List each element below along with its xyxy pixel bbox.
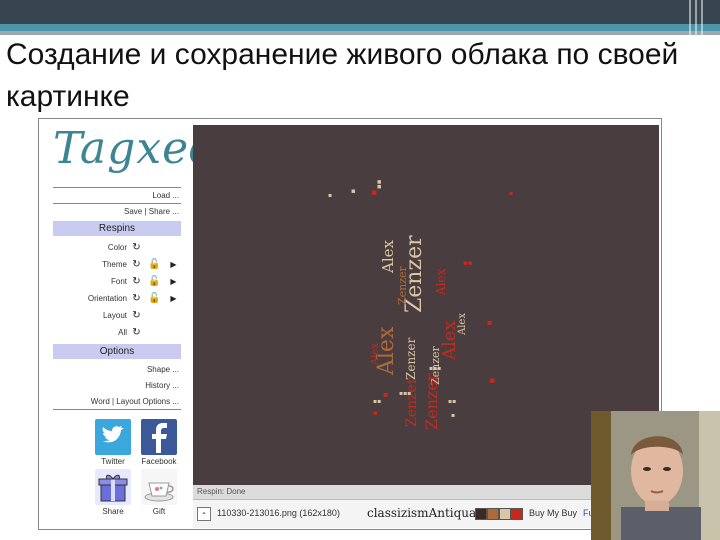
lock-icon[interactable]: 🔓 [148, 293, 160, 304]
cloud-fragment: ▪▪▪ [399, 390, 411, 397]
cloud-fragment: ▪ [328, 192, 332, 199]
cloud-fragment: ▪▪ [373, 398, 381, 405]
share-button[interactable] [95, 469, 131, 505]
twitter-button[interactable] [95, 419, 131, 455]
facebook-label: Facebook [141, 457, 177, 466]
word-cloud-canvas[interactable]: ▪ ▪ ▪▪ ▪ ▪ Alex Zenzer Alex Zenzer Alex … [193, 125, 659, 485]
slide-title: Создание и сохранение живого облака по с… [6, 38, 679, 113]
word-layout-options-link[interactable]: Word | Layout Options ... [91, 397, 179, 406]
save-share-link[interactable]: Save | Share ... [124, 207, 179, 216]
status-text: Respin: Done [197, 487, 246, 496]
side-panel: Tagxedo Load ... Save | Share ... Respin… [41, 121, 245, 527]
webcam-video [591, 411, 720, 540]
lock-icon[interactable]: 🔓 [148, 276, 160, 287]
respin-icon[interactable]: ↻ [131, 293, 142, 304]
cloud-word: Zenzer [422, 373, 441, 430]
toggle-checkbox[interactable]: - [197, 507, 211, 521]
cloud-fragment: ▪▪▪ [429, 365, 441, 372]
divider [53, 203, 181, 204]
respin-label: Theme [102, 260, 127, 269]
cloud-word: Zenzer [404, 377, 420, 427]
cloud-fragment: ▪ [451, 412, 455, 419]
facebook-button[interactable] [141, 419, 177, 455]
color-swatch[interactable] [475, 508, 487, 520]
cloud-word: Alex [379, 239, 397, 274]
respin-theme[interactable]: Theme ↻ 🔓 ▶ [41, 258, 187, 272]
respin-all[interactable]: All ↻ [41, 326, 187, 340]
respin-label: All [118, 328, 127, 337]
respin-icon[interactable]: ↻ [131, 327, 142, 338]
cloud-fragment: ▪▪ [448, 398, 456, 405]
gift-label: Gift [152, 507, 166, 516]
options-header: Options [53, 344, 181, 359]
play-icon[interactable]: ▶ [168, 259, 179, 270]
cloud-word: Zenzer [396, 265, 409, 305]
respin-icon[interactable]: ↻ [131, 259, 142, 270]
divider [53, 187, 181, 188]
color-swatch[interactable] [487, 508, 499, 520]
facebook-icon [152, 423, 167, 453]
color-swatch[interactable] [511, 508, 523, 520]
history-link[interactable]: History ... [145, 381, 179, 390]
cloud-fragment: ▪ [489, 376, 495, 386]
cloud-word: Alex [370, 343, 381, 366]
respin-icon[interactable]: ↻ [131, 310, 142, 321]
color-swatch[interactable] [499, 508, 511, 520]
slide-top-bar [0, 0, 720, 24]
status-bar: Respin: Done [193, 485, 659, 499]
respin-label: Layout [102, 311, 127, 320]
bottom-toolbar: - 110330-213016.png (162x180) classizism… [193, 499, 659, 528]
respin-label: Orientation [87, 294, 127, 303]
gift-button[interactable] [141, 469, 177, 505]
shape-link[interactable]: Shape ... [147, 365, 179, 374]
respin-color[interactable]: Color ↻ [41, 241, 187, 255]
cloud-fragment: ▪ [487, 318, 492, 327]
respin-icon[interactable]: ↻ [131, 242, 142, 253]
load-link[interactable]: Load ... [152, 191, 179, 200]
respin-icon[interactable]: ↻ [131, 276, 142, 287]
cloud-fragment: ▪ [373, 409, 378, 417]
cloud-word: Alex [434, 268, 448, 296]
respin-font[interactable]: Font ↻ 🔓 ▶ [41, 275, 187, 289]
divider [53, 409, 181, 410]
webcam-person-image [591, 411, 720, 540]
gift-box-icon [98, 474, 128, 502]
buy-link[interactable]: Buy My Buy [529, 508, 577, 518]
lock-icon[interactable]: 🔓 [148, 259, 160, 270]
teacup-icon [144, 482, 174, 502]
share-label: Share [102, 507, 124, 516]
respin-label: Font [110, 277, 127, 286]
cloud-fragment: ▪ [351, 187, 356, 195]
respins-header: Respins [53, 221, 181, 236]
play-icon[interactable]: ▶ [168, 276, 179, 287]
twitter-bird-icon [102, 426, 124, 443]
cloud-fragment: ▪ [509, 190, 513, 197]
file-info: 110330-213016.png (162x180) [217, 508, 340, 518]
word-cloud: ▪ ▪ ▪▪ ▪ ▪ Alex Zenzer Alex Zenzer Alex … [328, 179, 513, 430]
twitter-label: Twitter [101, 457, 125, 466]
respin-orientation[interactable]: Orientation ↻ 🔓 ▶ [41, 292, 187, 306]
cloud-word: Alex [457, 313, 468, 336]
respin-label: Color [107, 243, 127, 252]
play-icon[interactable]: ▶ [168, 293, 179, 304]
respin-layout[interactable]: Layout ↻ [41, 309, 187, 323]
font-name[interactable]: classizismAntiqua [367, 506, 476, 520]
cloud-word: Zenzer [404, 337, 418, 380]
tagxedo-screenshot: Tagxedo Load ... Save | Share ... Respin… [38, 118, 662, 530]
cloud-fragment: ▪▪ [375, 179, 383, 189]
cloud-fragment: ▪ [383, 390, 388, 399]
cloud-fragment: ▪▪ [463, 259, 473, 267]
slide-accent-bar [0, 24, 720, 31]
